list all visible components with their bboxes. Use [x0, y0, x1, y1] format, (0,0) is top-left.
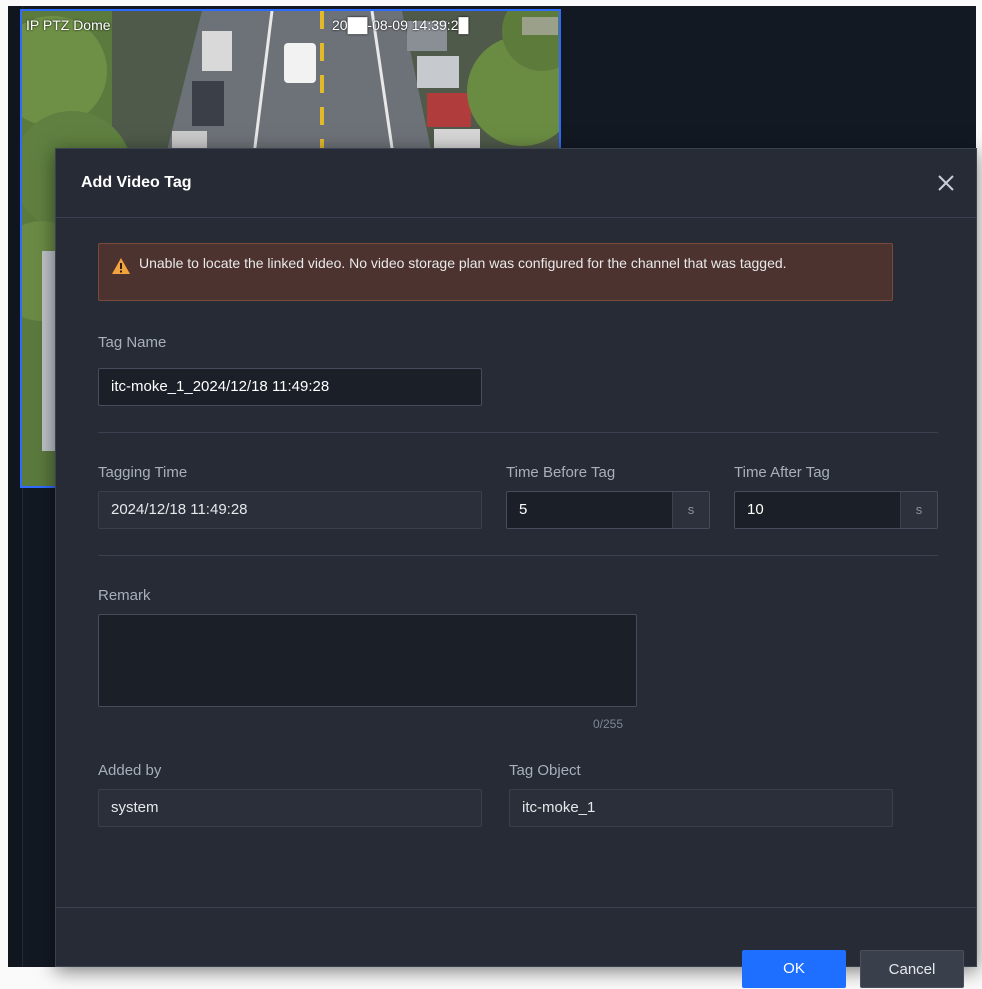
dialog-footer: OK Cancel: [56, 907, 976, 988]
tag-object-label: Tag Object: [509, 762, 581, 779]
seconds-unit: s: [672, 492, 709, 528]
close-icon[interactable]: [934, 171, 958, 195]
tag-object-field: itc-moke_1: [509, 789, 893, 827]
ok-button[interactable]: OK: [742, 950, 846, 988]
time-before-input[interactable]: 5 s: [506, 491, 710, 529]
time-after-label: Time After Tag: [734, 464, 830, 481]
cancel-button[interactable]: Cancel: [860, 950, 964, 988]
warning-text: Unable to locate the linked video. No vi…: [139, 255, 787, 271]
warning-icon: [112, 258, 130, 274]
time-after-input[interactable]: 10 s: [734, 491, 938, 529]
added-by-label: Added by: [98, 762, 162, 779]
add-video-tag-dialog: Add Video Tag Unable to locate the linke…: [55, 148, 977, 988]
remark-char-counter: 0/255: [593, 717, 624, 731]
added-by-field: system: [98, 789, 482, 827]
camera-name-overlay: IP PTZ Dome: [26, 17, 111, 33]
divider: [98, 555, 938, 556]
warning-banner: Unable to locate the linked video. No vi…: [98, 243, 893, 301]
tag-name-label: Tag Name: [98, 334, 167, 351]
remark-textarea[interactable]: [98, 614, 637, 707]
tagging-time-label: Tagging Time: [98, 464, 188, 481]
time-before-value: 5: [519, 501, 528, 518]
tag-name-input[interactable]: itc-moke_1_2024/12/18 11:49:28: [98, 368, 482, 406]
tagging-time-field: 2024/12/18 11:49:28: [98, 491, 482, 529]
dialog-header: Add Video Tag: [56, 149, 976, 218]
divider: [98, 432, 938, 433]
dialog-title: Add Video Tag: [81, 174, 192, 191]
osd-timestamp: 20██-08-09 14:39:2█: [332, 17, 469, 33]
seconds-unit: s: [900, 492, 937, 528]
time-before-label: Time Before Tag: [506, 464, 616, 481]
remark-label: Remark: [98, 587, 151, 604]
time-after-value: 10: [747, 501, 764, 518]
